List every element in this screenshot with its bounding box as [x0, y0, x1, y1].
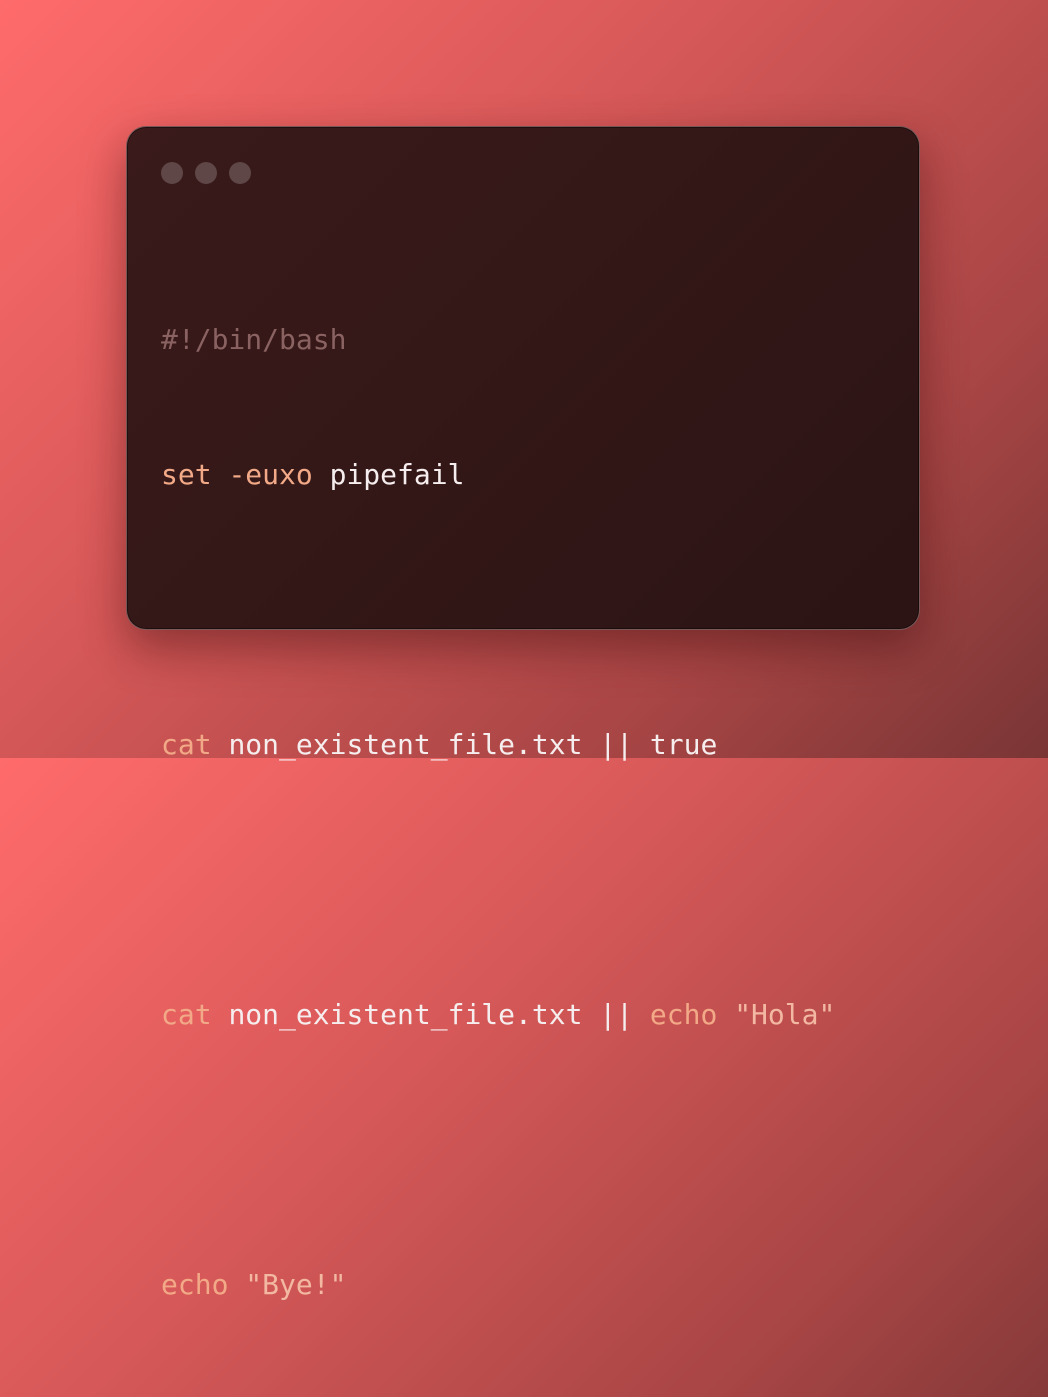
set-argument: pipefail	[329, 458, 465, 491]
code-line-8: echo "Bye!"	[161, 1262, 835, 1307]
or-operator: ||	[599, 728, 634, 761]
code-line-6: cat non_existent_file.txt || echo "Hola"	[161, 992, 835, 1037]
cat-filename: non_existent_file.txt	[228, 998, 583, 1031]
code-line-1: #!/bin/bash	[161, 317, 835, 362]
code-block: #!/bin/bash set -euxo pipefail cat non_e…	[161, 227, 835, 1397]
shebang-comment: #!/bin/bash	[161, 323, 347, 356]
code-line-5-empty	[161, 857, 835, 902]
echo-string: "Hola"	[734, 998, 836, 1031]
true-fallback: true	[649, 728, 718, 761]
echo-string: "Bye!"	[245, 1268, 347, 1301]
code-line-4: cat non_existent_file.txt || true	[161, 722, 835, 767]
cat-command: cat	[161, 998, 212, 1031]
code-line-2: set -euxo pipefail	[161, 452, 835, 497]
set-command: set	[161, 458, 212, 491]
set-flags: -euxo	[228, 458, 313, 491]
maximize-dot-icon[interactable]	[229, 162, 251, 184]
cat-filename: non_existent_file.txt	[228, 728, 583, 761]
cat-command: cat	[161, 728, 212, 761]
minimize-dot-icon[interactable]	[195, 162, 217, 184]
code-line-7-empty	[161, 1127, 835, 1172]
code-window: #!/bin/bash set -euxo pipefail cat non_e…	[126, 126, 920, 1301]
window-controls	[161, 162, 251, 184]
code-line-3-empty	[161, 587, 835, 632]
echo-command: echo	[161, 1268, 229, 1301]
or-operator: ||	[599, 998, 634, 1031]
echo-command: echo	[649, 998, 718, 1031]
close-dot-icon[interactable]	[161, 162, 183, 184]
